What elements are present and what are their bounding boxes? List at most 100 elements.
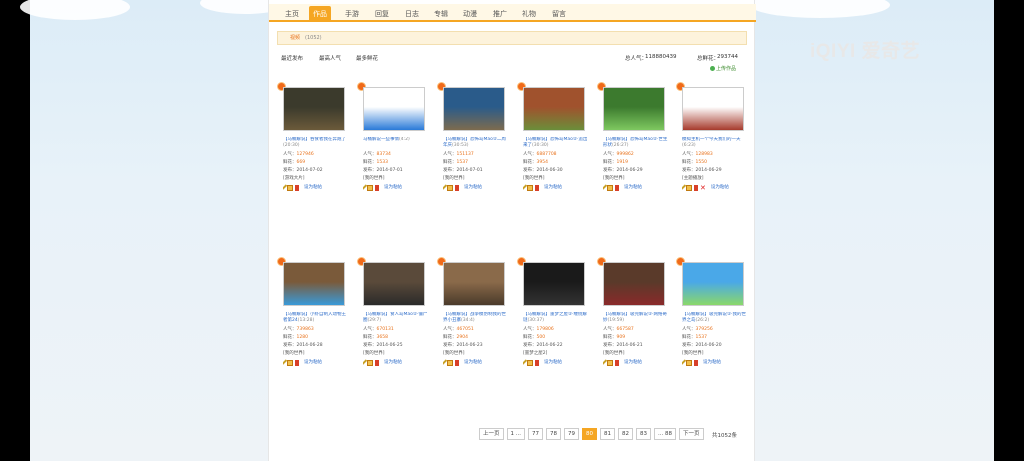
set-sticky-link[interactable]: 设为粘帖 [464,359,482,366]
folder-icon[interactable] [287,359,293,366]
video-title[interactable]: 【马桶解说】小虾自制入动物王者第24(13:28) [283,312,349,325]
pager-page[interactable]: 1 ... [506,428,526,440]
pager-page[interactable]: 81 [600,428,616,440]
set-sticky-link[interactable]: 设为粘帖 [384,184,402,191]
tab-8[interactable]: 推广 [489,6,511,22]
set-sticky-link[interactable]: 设为粘帖 [624,184,642,191]
video-popularity: 人气：128983 [682,152,713,157]
folder-icon[interactable] [527,184,533,191]
video-thumbnail[interactable] [603,262,665,306]
set-sticky-link[interactable]: 设为粘帖 [384,359,402,366]
video-actions: 设为粘帖 [283,359,349,366]
video-thumbnail[interactable] [682,262,744,306]
tab-7[interactable]: 动漫 [459,6,481,22]
pager-page[interactable]: 83 [636,428,652,440]
folder-icon[interactable] [607,359,613,366]
cloud [750,0,890,18]
video-date: 发布：2014-06-29 [603,168,643,173]
folder-icon[interactable] [447,184,453,191]
set-sticky-link[interactable]: 设为粘帖 [464,184,482,191]
pager-page[interactable]: 77 [528,428,544,440]
folder-icon[interactable] [367,184,373,191]
video-actions: 设为粘帖 [363,184,429,191]
pager-prev-button[interactable]: 上一页 [479,428,504,440]
folder-icon[interactable] [287,184,293,191]
video-flowers: 鲜花：3954 [523,160,548,165]
folder-icon[interactable] [686,184,692,191]
delete-icon[interactable]: ✕ [700,184,706,191]
set-sticky-link[interactable]: 设为粘帖 [703,359,721,366]
video-thumbnail[interactable] [363,262,425,306]
tab-1[interactable]: 主页 [281,6,303,22]
video-title[interactable]: 【马桶解说】吸完解说②·我的世界之岛(26:2) [682,312,748,325]
pager-page[interactable]: 80 [582,428,598,440]
video-meta: 【马桶解说】小虾自制入动物王者第24(13:28) 人气：739863 鲜花：1… [283,312,349,366]
folder-icon[interactable] [527,359,533,366]
video-title[interactable]: 【马桶解说】恐怖岛Mao②·追出来了(30:30) [523,137,589,150]
tab-3[interactable]: 手游 [341,6,363,22]
flag-icon[interactable] [535,184,539,191]
tab-4[interactable]: 回复 [371,6,393,22]
video-title[interactable]: 【马桶解说】吸完解说②·网络奇妙(19:59) [603,312,669,325]
sort-popular[interactable]: 最高人气 [319,54,341,62]
video-title[interactable]: 【马桶解说】食人岛Mao②·僵尸圈(29:7) [363,312,429,325]
set-sticky-link[interactable]: 设为粘帖 [624,359,642,366]
video-date: 发布：2014-06-29 [682,168,722,173]
flag-icon[interactable] [375,359,379,366]
tab-10[interactable]: 留言 [548,6,570,22]
video-title[interactable]: 【马桶解说】吞食者我在奔跑了(20:30) [283,137,349,150]
flag-icon[interactable] [375,184,379,191]
set-sticky-link[interactable]: 设为粘帖 [711,184,729,191]
sort-latest[interactable]: 最近发布 [281,54,303,62]
set-sticky-link[interactable]: 设为粘帖 [544,184,562,191]
folder-icon[interactable] [367,359,373,366]
pager-page[interactable]: 79 [564,428,580,440]
video-title[interactable]: 马桶解说一些事情(4:2) [363,137,429,150]
folder-icon[interactable] [686,359,692,366]
video-thumbnail[interactable] [523,87,585,131]
pager-page[interactable]: 82 [618,428,634,440]
folder-icon[interactable] [607,184,613,191]
flag-icon[interactable] [455,359,459,366]
folder-icon[interactable] [447,359,453,366]
video-tag: [我的世界] [603,351,625,356]
video-popularity: 人气：179806 [523,327,554,332]
flag-icon[interactable] [295,184,299,191]
video-thumbnail[interactable] [363,87,425,131]
video-thumbnail[interactable] [443,87,505,131]
flag-icon[interactable] [295,359,299,366]
tab-9[interactable]: 礼物 [518,6,540,22]
video-thumbnail[interactable] [523,262,585,306]
flag-icon[interactable] [615,184,619,191]
video-title[interactable]: 模拟主机一个今天我们的一天(6:23) [682,137,748,150]
video-thumbnail[interactable] [603,87,665,131]
video-thumbnail[interactable] [682,87,744,131]
flag-icon[interactable] [694,359,698,366]
video-thumbnail[interactable] [283,87,345,131]
pager-next-button[interactable]: 下一页 [679,428,704,440]
flag-icon[interactable] [694,184,698,191]
video-thumbnail[interactable] [443,262,505,306]
sort-flowers[interactable]: 最多鲜花 [356,54,378,62]
video-actions: 设为粘帖 [363,359,429,366]
flag-icon[interactable] [535,359,539,366]
video-title[interactable]: 【马桶解说】恐怖岛Mao②·世生形状(26:27) [603,137,669,150]
video-thumbnail[interactable] [283,262,345,306]
video-title[interactable]: 【马桶解说】战争模仿制我的世界小丑寨(34:4) [443,312,509,325]
total-flowers-value: 293744 [717,54,738,60]
nav-tabs: 主页 作品 手游 回复 日志 专辑 动漫 推广 礼物 留言 [269,4,756,22]
pager-page[interactable]: ... 88 [654,428,677,440]
set-sticky-link[interactable]: 设为粘帖 [304,184,322,191]
set-sticky-link[interactable]: 设为粘帖 [304,359,322,366]
video-title[interactable]: 【马桶解说】恐怖岛Mao②二周年庆(30:53) [443,137,509,150]
flag-icon[interactable] [615,359,619,366]
tab-5[interactable]: 日志 [401,6,423,22]
pager-page[interactable]: 78 [546,428,562,440]
tab-2[interactable]: 作品 [309,6,331,22]
set-sticky-link[interactable]: 设为粘帖 [544,359,562,366]
flag-icon[interactable] [455,184,459,191]
upload-button[interactable]: 上传作品 [709,65,736,72]
tab-6[interactable]: 专辑 [430,6,452,22]
video-title[interactable]: 【马桶解说】噩梦之屋②·缠绕解谜(30:37) [523,312,589,325]
video-popularity: 人气：467051 [443,327,474,332]
